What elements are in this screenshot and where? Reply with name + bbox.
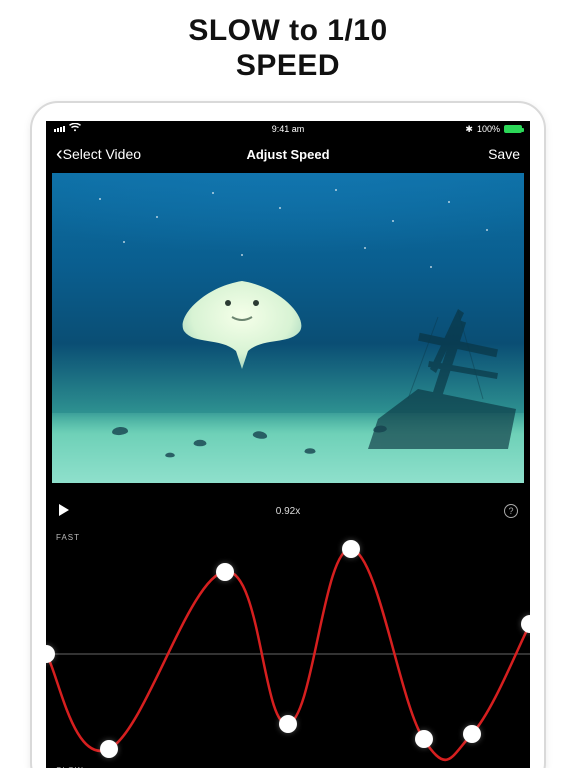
save-button[interactable]: Save [488,146,520,162]
speed-knob[interactable] [216,563,234,581]
promo-heading: SLOW to 1/10 SPEED [0,0,576,101]
promo-line1: SLOW to 1/10 [0,14,576,49]
nav-bar: ‹ Select Video Adjust Speed Save [46,137,530,171]
chevron-left-icon: ‹ [56,144,63,164]
status-time: 9:41 am [46,124,530,134]
status-bar: 9:41 am ✱ 100% [46,121,530,137]
shipwreck [308,289,518,449]
speed-knob[interactable] [415,730,433,748]
speed-knob[interactable] [100,740,118,758]
speed-knob[interactable] [463,725,481,743]
speed-curve[interactable] [46,529,530,768]
back-label: Select Video [63,146,141,162]
play-button[interactable] [58,504,70,519]
promo-line2: SPEED [0,49,576,84]
speed-knob[interactable] [342,540,360,558]
ipad-frame: 9:41 am ✱ 100% ‹ Select Video Adjust Spe… [30,101,546,768]
speed-knob[interactable] [279,715,297,733]
speed-editor: 0.92x ? FAST SLOW [46,499,530,768]
stingray [172,273,312,369]
video-preview[interactable] [52,173,524,483]
battery-icon [504,125,522,133]
back-button[interactable]: ‹ Select Video [56,144,141,164]
help-button[interactable]: ? [504,504,518,518]
app-screen: 9:41 am ✱ 100% ‹ Select Video Adjust Spe… [46,121,530,768]
speed-readout: 0.92x [46,506,530,517]
